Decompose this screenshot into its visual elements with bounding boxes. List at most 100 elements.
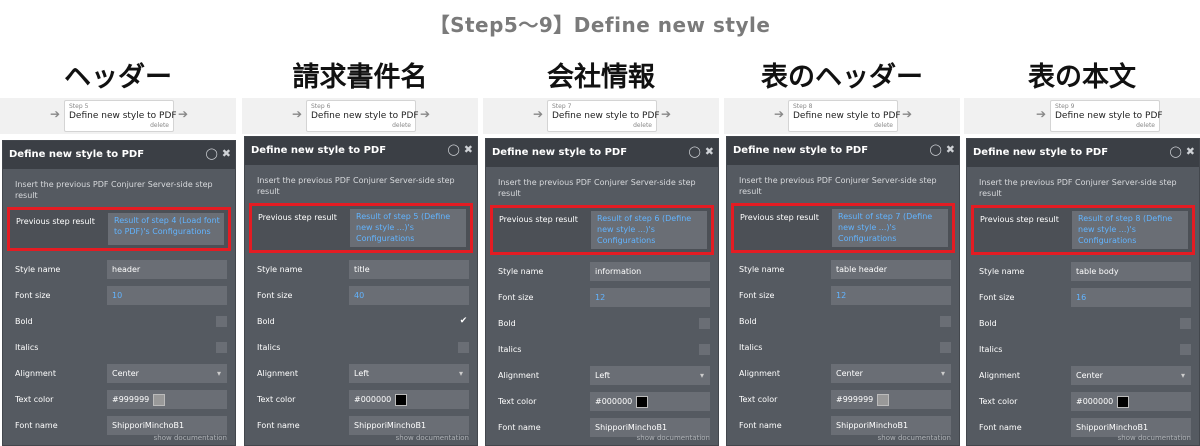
text-color-label: Text color <box>498 397 537 406</box>
style-name-label: Style name <box>498 267 544 276</box>
text-color-input[interactable]: #999999 <box>107 390 227 409</box>
text-color-label: Text color <box>15 395 54 404</box>
step-card[interactable]: Step 5 Define new style to PDF delete <box>64 100 177 132</box>
alignment-label: Alignment <box>257 369 298 378</box>
font-size-input[interactable]: 12 <box>831 286 951 305</box>
bold-checkbox[interactable] <box>1180 318 1191 329</box>
bold-label: Bold <box>498 319 516 328</box>
italics-checkbox[interactable] <box>458 342 469 353</box>
italics-label: Italics <box>498 345 522 354</box>
style-name-input[interactable]: information <box>590 262 710 281</box>
alignment-dropdown[interactable]: Center ▾ <box>1071 366 1191 385</box>
text-color-label: Text color <box>257 395 296 404</box>
bold-label: Bold <box>739 317 757 326</box>
color-swatch[interactable] <box>636 395 649 408</box>
alignment-value: Center <box>1076 371 1103 380</box>
chevron-down-icon: ▾ <box>458 369 463 378</box>
font-size-input[interactable]: 10 <box>107 286 227 305</box>
previous-step-value[interactable]: Result of step 8 (Define new style ...)'… <box>1072 211 1188 249</box>
column-heading: 表のヘッダー <box>761 62 923 93</box>
arrow-right-icon: ➔ <box>292 107 303 121</box>
font-name-label: Font name <box>15 421 58 430</box>
bold-row: Bold <box>486 311 718 337</box>
comment-icon[interactable]: ◯ <box>688 145 700 158</box>
step-delete-link[interactable]: delete <box>311 122 411 130</box>
previous-step-value[interactable]: Result of step 7 (Define new style ...)'… <box>832 209 948 247</box>
bold-checkbox[interactable] <box>699 318 710 329</box>
text-color-input[interactable]: #000000 <box>1071 392 1191 411</box>
step-delete-link[interactable]: delete <box>1055 122 1155 130</box>
close-icon[interactable]: ✖ <box>1186 145 1195 158</box>
step-label: Define new style to PDF <box>311 111 419 121</box>
show-documentation-link[interactable]: show documentation <box>878 434 951 442</box>
step-card[interactable]: Step 8 Define new style to PDF delete <box>788 100 901 132</box>
previous-step-value[interactable]: Result of step 6 (Define new style ...)'… <box>591 211 707 249</box>
close-icon[interactable]: ✖ <box>464 143 473 156</box>
italics-checkbox[interactable] <box>216 342 227 353</box>
italics-checkbox[interactable] <box>1180 344 1191 355</box>
step-label: Define new style to PDF <box>69 111 177 121</box>
color-swatch[interactable] <box>395 393 408 406</box>
font-size-input[interactable]: 40 <box>349 286 469 305</box>
alignment-dropdown[interactable]: Left ▾ <box>349 364 469 383</box>
previous-step-value[interactable]: Result of step 4 (Load font to PDF)'s Co… <box>108 213 224 245</box>
previous-step-value[interactable]: Result of step 5 (Define new style ...)'… <box>350 209 466 247</box>
font-size-row: Font size 12 <box>727 283 959 309</box>
style-name-row: Style name header <box>3 257 235 283</box>
step-number: Step 5 <box>69 103 89 110</box>
text-color-input[interactable]: #000000 <box>590 392 710 411</box>
chevron-down-icon: ▾ <box>940 369 945 378</box>
arrow-right-icon: ➔ <box>1036 107 1047 121</box>
alignment-dropdown[interactable]: Center ▾ <box>107 364 227 383</box>
show-documentation-link[interactable]: show documentation <box>637 434 710 442</box>
panel-title: Define new style to PDF <box>9 149 145 160</box>
font-name-input[interactable]: ShipporiMinchoB1 <box>107 416 227 435</box>
step-card[interactable]: Step 6 Define new style to PDF delete <box>306 100 419 132</box>
color-swatch[interactable] <box>153 393 166 406</box>
previous-step-highlight: Previous step result Result of step 4 (L… <box>7 207 231 251</box>
show-documentation-link[interactable]: show documentation <box>154 434 227 442</box>
text-color-row: Text color #000000 <box>486 389 718 415</box>
step-delete-link[interactable]: delete <box>552 122 652 130</box>
bold-checkbox[interactable] <box>216 316 227 327</box>
show-documentation-link[interactable]: show documentation <box>396 434 469 442</box>
font-name-input[interactable]: ShipporiMinchoB1 <box>831 416 951 435</box>
comment-icon[interactable]: ◯ <box>929 143 941 156</box>
text-color-input[interactable]: #000000 <box>349 390 469 409</box>
font-size-label: Font size <box>498 293 534 302</box>
bold-checkbox[interactable] <box>940 316 951 327</box>
show-documentation-link[interactable]: show documentation <box>1118 434 1191 442</box>
style-name-input[interactable]: title <box>349 260 469 279</box>
font-size-input[interactable]: 12 <box>590 288 710 307</box>
text-color-input[interactable]: #999999 <box>831 390 951 409</box>
font-name-input[interactable]: ShipporiMinchoB1 <box>349 416 469 435</box>
comment-icon[interactable]: ◯ <box>447 143 459 156</box>
style-name-input[interactable]: table header <box>831 260 951 279</box>
style-name-row: Style name table header <box>727 257 959 283</box>
bold-row: Bold <box>727 309 959 335</box>
style-name-input[interactable]: table body <box>1071 262 1191 281</box>
color-swatch[interactable] <box>1117 395 1130 408</box>
step-card[interactable]: Step 7 Define new style to PDF delete <box>547 100 660 132</box>
italics-checkbox[interactable] <box>940 342 951 353</box>
panel-title: Define new style to PDF <box>733 145 869 156</box>
check-icon[interactable]: ✔ <box>458 316 469 327</box>
font-size-input[interactable]: 16 <box>1071 288 1191 307</box>
color-swatch[interactable] <box>877 393 890 406</box>
step-delete-link[interactable]: delete <box>793 122 893 130</box>
close-icon[interactable]: ✖ <box>222 147 231 160</box>
close-icon[interactable]: ✖ <box>705 145 714 158</box>
alignment-dropdown[interactable]: Left ▾ <box>590 366 710 385</box>
step-card[interactable]: Step 9 Define new style to PDF delete <box>1050 100 1163 132</box>
chevron-down-icon: ▾ <box>1180 371 1185 380</box>
close-icon[interactable]: ✖ <box>946 143 955 156</box>
step-delete-link[interactable]: delete <box>69 122 169 130</box>
italics-checkbox[interactable] <box>699 344 710 355</box>
panel-header: Define new style to PDF ◯ ✖ <box>245 137 477 165</box>
style-name-input[interactable]: header <box>107 260 227 279</box>
alignment-dropdown[interactable]: Center ▾ <box>831 364 951 383</box>
alignment-label: Alignment <box>15 369 56 378</box>
comment-icon[interactable]: ◯ <box>205 147 217 160</box>
step-number: Step 6 <box>311 103 331 110</box>
comment-icon[interactable]: ◯ <box>1169 145 1181 158</box>
